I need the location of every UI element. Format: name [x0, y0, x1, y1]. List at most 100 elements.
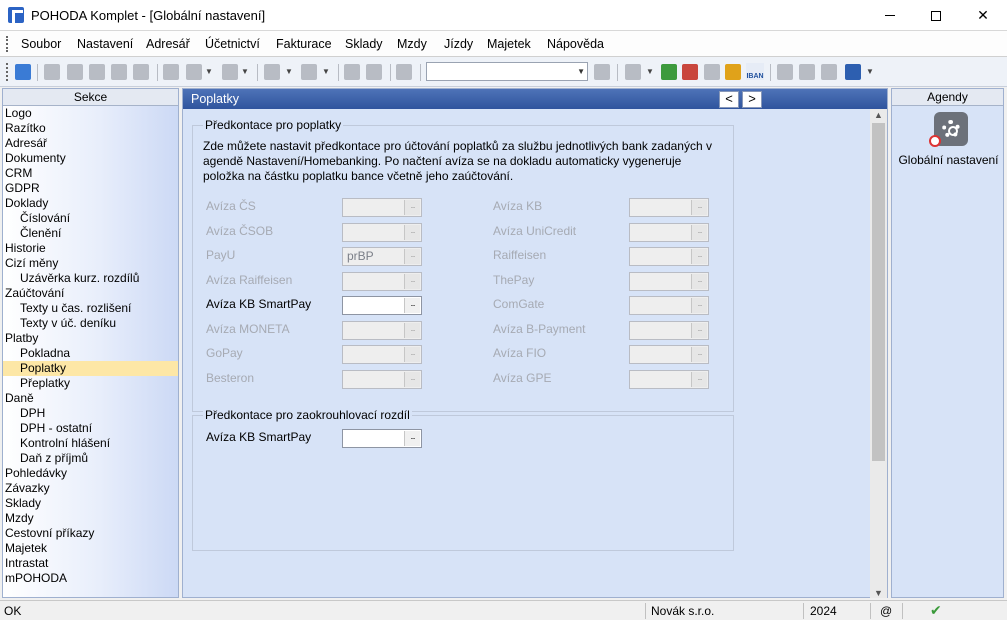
rounding-picker-button[interactable]: ... — [404, 431, 420, 446]
section-item[interactable]: Daň z příjmů — [3, 451, 178, 466]
previous-section-button[interactable]: < — [719, 91, 739, 108]
section-item[interactable]: Pokladna — [3, 346, 178, 361]
section-item[interactable]: Číslování — [3, 211, 178, 226]
brush-icon[interactable] — [186, 64, 202, 80]
fee-field-label: Besteron — [206, 370, 255, 385]
section-item[interactable]: Cestovní příkazy — [3, 526, 178, 541]
close-button[interactable]: ✕ — [960, 0, 1006, 31]
rounding-kb-smartpay-label: Avíza KB SmartPay — [206, 430, 312, 444]
scroll-up-icon[interactable]: ▲ — [874, 110, 883, 120]
section-item[interactable]: GDPR — [3, 181, 178, 196]
section-item[interactable]: Závazky — [3, 481, 178, 496]
puzzle-icon[interactable] — [301, 64, 317, 80]
section-item[interactable]: Historie — [3, 241, 178, 256]
section-item[interactable]: Daně — [3, 391, 178, 406]
section-item[interactable]: DPH - ostatní — [3, 421, 178, 436]
toolbar-separator — [390, 64, 391, 81]
section-item[interactable]: Poplatky — [3, 361, 178, 376]
section-item[interactable]: mPOHODA — [3, 571, 178, 586]
toolbar-separator — [420, 64, 421, 81]
global-settings-agenda-label[interactable]: Globální nastavení — [892, 153, 1005, 167]
section-item[interactable]: DPH — [3, 406, 178, 421]
section-item[interactable]: Zaúčtování — [3, 286, 178, 301]
menu-adresar[interactable]: Adresář — [146, 37, 190, 51]
new-record-icon[interactable] — [44, 64, 60, 80]
minimize-button[interactable] — [867, 0, 913, 31]
next-section-button[interactable]: > — [742, 91, 762, 108]
print-preview-icon[interactable] — [89, 64, 105, 80]
back-dropdown-icon[interactable]: ▼ — [285, 67, 293, 76]
section-item[interactable]: Přeplatky — [3, 376, 178, 391]
copy-record-icon[interactable] — [67, 64, 83, 80]
section-item[interactable]: Intrastat — [3, 556, 178, 571]
folder-dropdown-icon[interactable]: ▼ — [646, 67, 654, 76]
section-item[interactable]: Kontrolní hlášení — [3, 436, 178, 451]
section-item[interactable]: Texty u čas. rozlišení — [3, 301, 178, 316]
menu-majetek[interactable]: Majetek — [487, 37, 531, 51]
form-icon[interactable] — [821, 64, 837, 80]
section-item[interactable]: Razítko — [3, 121, 178, 136]
menu-ucetnictvi[interactable]: Účetnictví — [205, 37, 260, 51]
menu-napoveda[interactable]: Nápověda — [547, 37, 604, 51]
grid-dropdown-icon[interactable]: ▼ — [241, 67, 249, 76]
section-item[interactable]: Logo — [3, 106, 178, 121]
menu-fakturace[interactable]: Fakturace — [276, 37, 332, 51]
fee-field-input[interactable]: ... — [342, 296, 422, 315]
agendas-header: Agendy — [892, 89, 1003, 106]
document-icon[interactable] — [163, 64, 179, 80]
section-item[interactable]: Uzávěrka kurz. rozdílů — [3, 271, 178, 286]
grid-icon[interactable] — [222, 64, 238, 80]
toolbar-search-combo[interactable]: ▼ — [426, 62, 588, 81]
list-icon[interactable] — [799, 64, 815, 80]
global-settings-gear-icon[interactable] — [929, 112, 968, 147]
help-icon[interactable] — [845, 64, 861, 80]
chevron-down-icon[interactable]: ▼ — [577, 67, 585, 76]
calendar-stop-icon[interactable] — [682, 64, 698, 80]
scroll-down-icon[interactable]: ▼ — [874, 588, 883, 598]
clipboard-icon[interactable] — [396, 64, 412, 80]
section-item[interactable]: Cizí měny — [3, 256, 178, 271]
save-all-icon[interactable] — [366, 64, 382, 80]
section-item[interactable]: CRM — [3, 166, 178, 181]
section-item[interactable]: Sklady — [3, 496, 178, 511]
folder-icon[interactable] — [625, 64, 641, 80]
section-item[interactable]: Mzdy — [3, 511, 178, 526]
menu-nastaveni[interactable]: Nastavení — [77, 37, 133, 51]
coins-icon[interactable] — [725, 64, 741, 80]
section-item[interactable]: Adresář — [3, 136, 178, 151]
filter-icon[interactable] — [594, 64, 610, 80]
agenda-panel-icon[interactable] — [15, 64, 31, 80]
section-item[interactable]: Pohledávky — [3, 466, 178, 481]
toolbar-separator — [37, 64, 38, 81]
vertical-scrollbar[interactable]: ▲ ▼ — [870, 109, 887, 598]
menu-soubor[interactable]: Soubor — [21, 37, 61, 51]
calculator-icon[interactable] — [704, 64, 720, 80]
maximize-icon — [931, 10, 941, 21]
section-item[interactable]: Majetek — [3, 541, 178, 556]
section-item[interactable]: Texty v úč. deníku — [3, 316, 178, 331]
section-item[interactable]: Doklady — [3, 196, 178, 211]
iban-icon[interactable]: IBAN — [746, 63, 764, 80]
save-icon[interactable] — [344, 64, 360, 80]
section-item[interactable]: Členění — [3, 226, 178, 241]
settings-header: Poplatky — [183, 89, 887, 109]
back-arrow-icon[interactable] — [264, 64, 280, 80]
puzzle-dropdown-icon[interactable]: ▼ — [322, 67, 330, 76]
section-item[interactable]: Dokumenty — [3, 151, 178, 166]
rounding-kb-smartpay-input[interactable]: ... — [342, 429, 422, 448]
maximize-button[interactable] — [913, 0, 959, 31]
print-icon[interactable] — [133, 64, 149, 80]
scroll-thumb[interactable] — [872, 123, 885, 461]
export-icon[interactable] — [111, 64, 127, 80]
section-item[interactable]: Platby — [3, 331, 178, 346]
window-icon[interactable] — [777, 64, 793, 80]
menu-jizdy[interactable]: Jízdy — [444, 37, 473, 51]
menu-sklady[interactable]: Sklady — [345, 37, 383, 51]
fee-field-label: Raiffeisen — [493, 248, 547, 262]
money-icon[interactable] — [661, 64, 677, 80]
fee-field-picker-button[interactable]: ... — [404, 298, 420, 313]
brush-dropdown-icon[interactable]: ▼ — [205, 67, 213, 76]
status-separator — [870, 603, 871, 619]
menu-mzdy[interactable]: Mzdy — [397, 37, 427, 51]
help-dropdown-icon[interactable]: ▼ — [866, 67, 874, 76]
